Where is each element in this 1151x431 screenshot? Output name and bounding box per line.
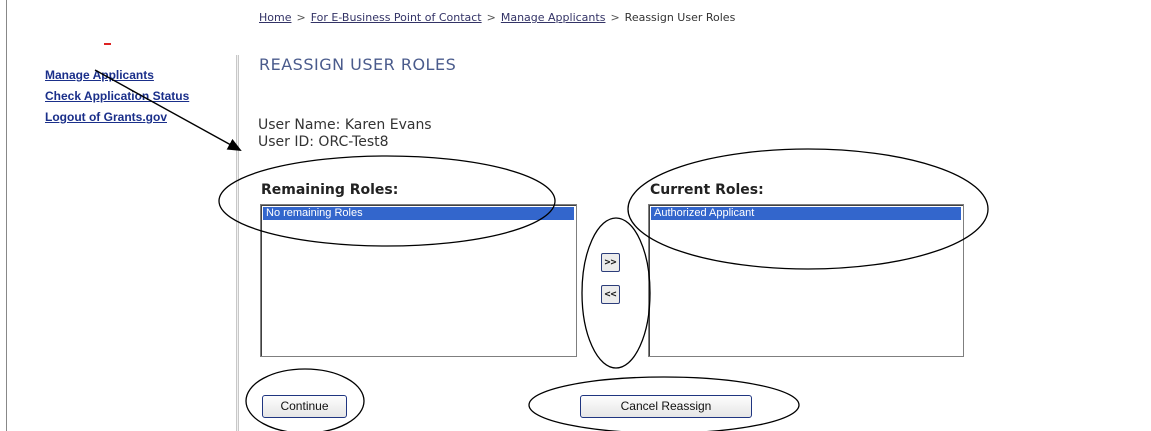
- move-buttons-annotation-ellipse: [581, 217, 651, 369]
- annotation-overlay: [94, 69, 989, 431]
- cancel-annotation-ellipse: [528, 376, 800, 431]
- current-roles-annotation-ellipse: [627, 148, 989, 270]
- remaining-roles-annotation-ellipse: [218, 155, 556, 247]
- continue-annotation-ellipse: [245, 368, 365, 431]
- annotation-arrow: [94, 69, 242, 151]
